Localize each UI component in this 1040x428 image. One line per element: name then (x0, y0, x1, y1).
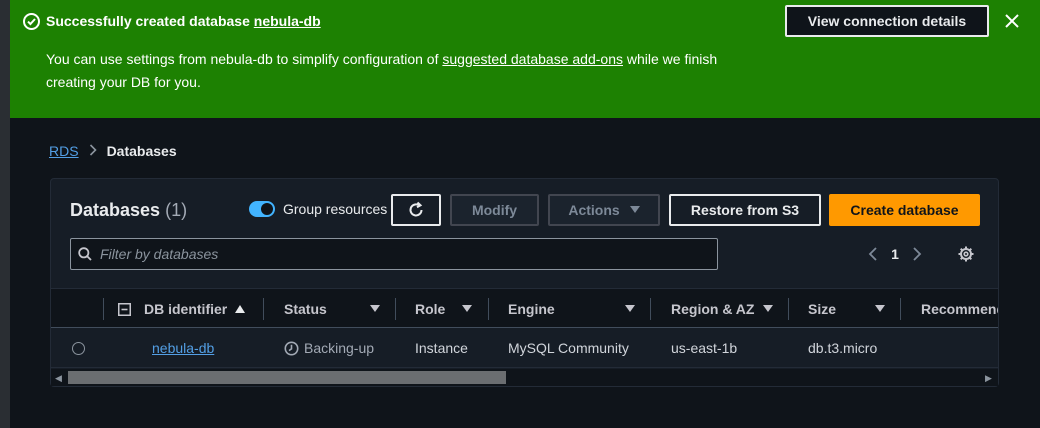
filter-placeholder: Filter by databases (100, 246, 219, 262)
pagination: 1 (866, 246, 924, 262)
column-divider (263, 298, 264, 320)
check-circle-icon (23, 13, 40, 30)
breadcrumb-rds[interactable]: RDS (49, 143, 79, 159)
col-recommendations[interactable]: Recommendations (921, 289, 998, 329)
search-icon (78, 247, 92, 261)
create-database-button[interactable]: Create database (829, 194, 980, 226)
filter-caret-icon[interactable] (462, 305, 472, 313)
horizontal-scrollbar[interactable]: ◀ ▶ (51, 369, 998, 386)
caret-down-icon (629, 206, 640, 213)
cell-size: db.t3.micro (808, 340, 878, 356)
scroll-left-icon[interactable]: ◀ (55, 373, 62, 384)
col-role[interactable]: Role (415, 289, 445, 329)
filter-caret-icon[interactable] (875, 305, 885, 313)
column-divider (395, 298, 396, 320)
scroll-right-icon[interactable]: ▶ (985, 373, 992, 384)
db-identifier-link[interactable]: nebula-db (152, 340, 214, 356)
flash-message: You can use settings from nebula-db to s… (46, 48, 766, 94)
col-region-az[interactable]: Region & AZ (671, 289, 754, 329)
flash-db-link[interactable]: nebula-db (254, 13, 321, 29)
databases-panel: Databases (1) Group resources Modify Act… (50, 178, 999, 387)
cell-db-identifier: nebula-db (152, 328, 214, 368)
filter-databases-input[interactable]: Filter by databases (70, 238, 718, 270)
chevron-right-icon (89, 143, 97, 159)
cell-role: Instance (415, 340, 468, 356)
suggested-addons-link[interactable]: suggested database add-ons (442, 51, 623, 67)
filter-caret-icon[interactable] (625, 305, 635, 313)
row-select-radio[interactable] (72, 342, 85, 355)
col-status-label: Status (284, 301, 327, 317)
cell-status: Backing-up (284, 328, 374, 368)
close-icon[interactable] (1002, 11, 1022, 31)
sort-ascending-icon (235, 305, 246, 313)
chevron-right-icon[interactable] (910, 246, 924, 262)
table-row[interactable]: nebula-db Backing-up Instance MySQL Comm… (51, 328, 998, 368)
col-size[interactable]: Size (808, 289, 836, 329)
databases-table: DB identifier Status Role Engine Region … (51, 288, 998, 387)
col-status[interactable]: Status (284, 289, 327, 329)
filter-caret-icon[interactable] (370, 305, 380, 313)
column-divider (650, 298, 651, 320)
flash-body-text-1: You can use settings from nebula-db to s… (46, 51, 439, 67)
cell-engine: MySQL Community (508, 340, 629, 356)
clock-icon (284, 341, 299, 355)
actions-label: Actions (568, 202, 620, 218)
refresh-button[interactable] (391, 194, 441, 226)
col-engine[interactable]: Engine (508, 289, 555, 329)
page-number[interactable]: 1 (880, 246, 910, 262)
col-db-identifier-label: DB identifier (144, 301, 228, 317)
actions-button[interactable]: Actions (548, 194, 660, 226)
col-db-identifier[interactable]: DB identifier (144, 289, 246, 329)
table-header: DB identifier Status Role Engine Region … (51, 288, 998, 328)
filter-caret-icon[interactable] (763, 305, 773, 313)
view-connection-details-button[interactable]: View connection details (785, 5, 989, 37)
status-text: Backing-up (304, 340, 375, 356)
scrollbar-thumb[interactable] (68, 371, 506, 384)
breadcrumb: RDS Databases (49, 143, 177, 159)
column-divider (488, 298, 489, 320)
column-divider (788, 298, 789, 320)
success-flashbar: Successfully created database nebula-db … (10, 0, 1040, 118)
column-divider (103, 298, 104, 320)
chevron-left-icon[interactable] (866, 246, 880, 262)
main-content: Successfully created database nebula-db … (10, 0, 1040, 428)
minus-square-icon (118, 302, 131, 316)
panel-title: Databases (1) (70, 200, 187, 221)
column-divider (900, 298, 901, 320)
modify-button[interactable]: Modify (450, 194, 539, 226)
cell-region-az: us-east-1b (671, 340, 738, 356)
flash-title-prefix: Successfully created database (46, 13, 250, 29)
col-recommendations-label: Recommendations (921, 301, 998, 317)
col-role-label: Role (415, 301, 446, 317)
left-rail (0, 0, 10, 428)
col-size-label: Size (808, 301, 837, 317)
collapse-all-toggle[interactable] (118, 289, 131, 329)
restore-from-s3-button[interactable]: Restore from S3 (669, 194, 821, 226)
panel-title-text: Databases (70, 200, 161, 220)
col-engine-label: Engine (508, 301, 555, 317)
toggle-switch[interactable] (249, 201, 275, 217)
flash-title: Successfully created database nebula-db (46, 13, 321, 29)
toggle-label: Group resources (283, 201, 388, 217)
col-region-az-label: Region & AZ (671, 301, 755, 317)
resource-count: (1) (165, 200, 188, 220)
settings-gear-icon[interactable] (958, 246, 974, 262)
breadcrumb-databases: Databases (106, 143, 177, 159)
group-resources-toggle[interactable]: Group resources (249, 201, 387, 217)
refresh-icon (409, 201, 423, 217)
